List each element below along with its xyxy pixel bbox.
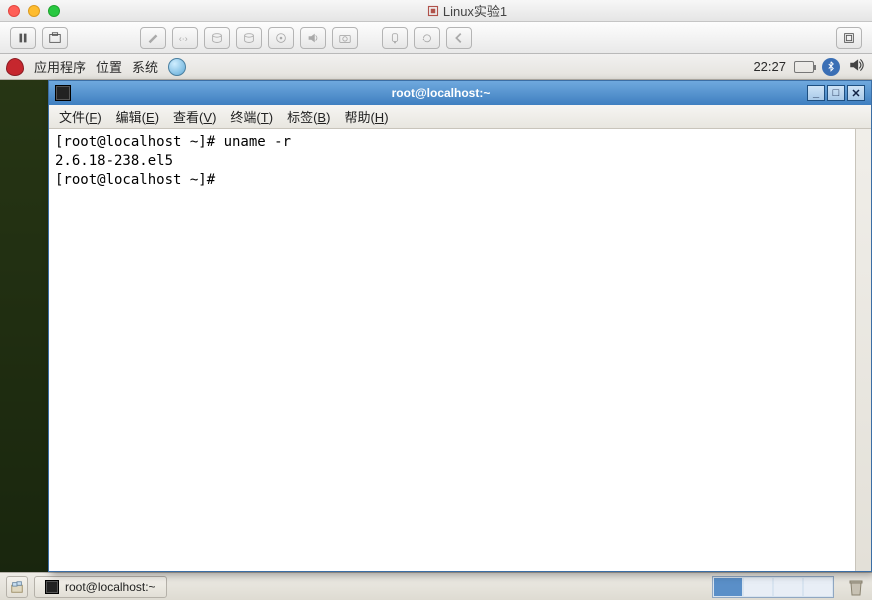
taskbar-terminal-button[interactable]: root@localhost:~ (34, 576, 167, 598)
browser-launcher-icon[interactable] (168, 58, 186, 76)
minimize-button[interactable]: _ (807, 85, 825, 101)
menu-tabs[interactable]: 标签(B) (287, 107, 330, 126)
pause-button[interactable] (10, 27, 36, 49)
terminal-titlebar[interactable]: root@localhost:~ _ □ ✕ (49, 81, 871, 105)
camera-icon[interactable] (332, 27, 358, 49)
cd-icon[interactable] (268, 27, 294, 49)
bluetooth-icon[interactable] (822, 58, 840, 76)
terminal-scrollbar[interactable] (855, 129, 871, 571)
gnome-bottom-panel: root@localhost:~ (0, 572, 872, 600)
menu-terminal[interactable]: 终端(T) (230, 107, 273, 126)
terminal-body: [root@localhost ~]# uname -r 2.6.18-238.… (49, 129, 871, 571)
menu-places[interactable]: 位置 (96, 57, 122, 76)
terminal-icon (55, 85, 71, 101)
maximize-button[interactable]: □ (827, 85, 845, 101)
trash-icon[interactable] (846, 577, 866, 597)
minimize-window-button[interactable] (28, 5, 40, 17)
volume-icon[interactable] (848, 56, 866, 77)
menu-view[interactable]: 查看(V) (173, 107, 216, 126)
terminal-menubar: 文件(F) 编辑(E) 查看(V) 终端(T) 标签(B) 帮助(H) (49, 105, 871, 129)
refresh-icon[interactable] (414, 27, 440, 49)
terminal-window: root@localhost:~ _ □ ✕ 文件(F) 编辑(E) 查看(V)… (48, 80, 872, 572)
menu-edit[interactable]: 编辑(E) (116, 107, 159, 126)
host-title-text: Linux实验1 (443, 1, 507, 20)
menu-system[interactable]: 系统 (132, 57, 158, 76)
terminal-output[interactable]: [root@localhost ~]# uname -r 2.6.18-238.… (49, 129, 855, 571)
host-titlebar: Linux实验1 (0, 0, 872, 22)
usb-icon[interactable] (382, 27, 408, 49)
clock[interactable]: 22:27 (753, 59, 786, 74)
gnome-top-panel: 应用程序 位置 系统 22:27 (0, 54, 872, 80)
workspace-4[interactable] (804, 578, 832, 596)
terminal-icon (45, 580, 59, 594)
menu-applications[interactable]: 应用程序 (34, 57, 86, 76)
hdd2-icon[interactable] (236, 27, 262, 49)
desktop-wallpaper-strip (0, 80, 48, 572)
terminal-title-text: root@localhost:~ (77, 86, 805, 100)
workspace-2[interactable] (744, 578, 772, 596)
close-button[interactable]: ✕ (847, 85, 865, 101)
workspace-3[interactable] (774, 578, 802, 596)
battery-icon[interactable] (794, 61, 814, 73)
workspace-switcher (712, 576, 834, 598)
settings-icon[interactable] (140, 27, 166, 49)
vm-icon (427, 5, 439, 17)
taskbar-label: root@localhost:~ (65, 580, 156, 594)
audio-icon[interactable] (300, 27, 326, 49)
menu-help[interactable]: 帮助(H) (344, 107, 388, 126)
menu-file[interactable]: 文件(F) (59, 107, 102, 126)
fullscreen-button[interactable] (836, 27, 862, 49)
host-toolbar: ‹·› (0, 22, 872, 54)
hdd-icon[interactable] (204, 27, 230, 49)
host-window-title: Linux实验1 (70, 1, 864, 20)
snapshot-button[interactable] (42, 27, 68, 49)
zoom-window-button[interactable] (48, 5, 60, 17)
back-icon[interactable] (446, 27, 472, 49)
redhat-icon[interactable] (6, 58, 24, 76)
workspace-1[interactable] (714, 578, 742, 596)
desktop[interactable]: root@localhost:~ _ □ ✕ 文件(F) 编辑(E) 查看(V)… (0, 80, 872, 572)
traffic-lights (8, 5, 60, 17)
svg-text:‹·›: ‹·› (179, 33, 188, 43)
show-desktop-button[interactable] (6, 576, 28, 598)
close-window-button[interactable] (8, 5, 20, 17)
network-icon[interactable]: ‹·› (172, 27, 198, 49)
